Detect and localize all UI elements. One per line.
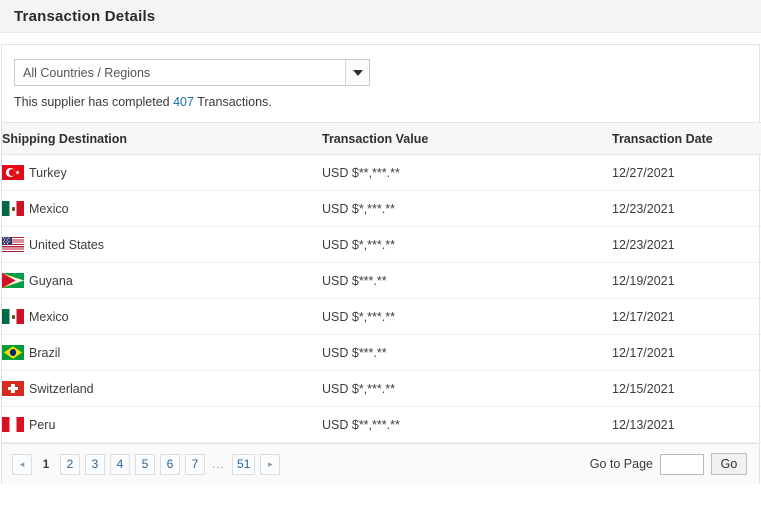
pagination-current-page: 1 — [42, 457, 50, 471]
cell-transaction-value: USD $**,***.** — [322, 154, 612, 191]
chevron-down-icon[interactable] — [345, 60, 369, 85]
page-title: Transaction Details — [14, 7, 156, 25]
cell-shipping-destination: United States — [2, 226, 322, 263]
transactions-table-head: Shipping Destination Transaction Value T… — [2, 122, 761, 155]
table-row: Mexico USD $*,***.** 12/23/2021 — [2, 190, 761, 227]
destination-label: Peru — [29, 417, 56, 432]
cell-transaction-date: 12/13/2021 — [612, 406, 761, 443]
pagination-page-6[interactable]: 6 — [160, 453, 180, 475]
destination-label: Guyana — [29, 273, 73, 288]
cell-transaction-value: USD $*,***.** — [322, 190, 612, 227]
go-to-page-input[interactable] — [660, 453, 704, 475]
table-row: Mexico USD $*,***.** 12/17/2021 — [2, 298, 761, 335]
pagination-next-button[interactable]: ▸ — [260, 453, 281, 475]
go-to-page-label: Go to Page — [589, 457, 653, 471]
table-row: Brazil USD $***.** 12/17/2021 — [2, 334, 761, 371]
pagination: ◂ 1 2 3 4 5 6 7 ... 51 ▸ — [12, 453, 281, 475]
cell-transaction-value: USD $**,***.** — [322, 406, 612, 443]
cell-shipping-destination: Mexico — [2, 190, 322, 227]
go-to-page-group: Go to Page Go — [590, 453, 747, 475]
country-region-select[interactable]: All Countries / Regions — [14, 59, 370, 86]
table-row: Peru USD $**,***.** 12/13/2021 — [2, 406, 761, 443]
summary-suffix: Transactions. — [193, 95, 272, 109]
country-region-selected-value: All Countries / Regions — [23, 65, 151, 80]
flag-united-states-icon — [2, 237, 24, 252]
flag-brazil-icon — [2, 345, 24, 360]
destination-label: Mexico — [29, 309, 69, 324]
filter-area: All Countries / Regions — [2, 45, 759, 86]
flag-mexico-icon — [2, 201, 24, 216]
destination-label: United States — [29, 237, 105, 252]
flag-mexico-icon — [2, 309, 24, 324]
cell-shipping-destination: Switzerland — [2, 370, 322, 407]
table-row: Turkey USD $**,***.** 12/27/2021 — [2, 154, 761, 191]
cell-transaction-date: 12/23/2021 — [612, 226, 761, 263]
cell-transaction-date: 12/17/2021 — [612, 334, 761, 371]
table-row: United States USD $*,***.** 12/23/2021 — [2, 226, 761, 263]
destination-label: Brazil — [29, 345, 61, 360]
pagination-page-2[interactable]: 2 — [60, 453, 80, 475]
cell-shipping-destination: Mexico — [2, 298, 322, 335]
header-spacer — [0, 33, 761, 44]
pagination-page-4[interactable]: 4 — [110, 453, 130, 475]
table-row: Switzerland USD $*,***.** 12/15/2021 — [2, 370, 761, 407]
flag-switzerland-icon — [2, 381, 24, 396]
transactions-table: Shipping Destination Transaction Value T… — [2, 122, 761, 443]
table-row: Guyana USD $***.** 12/19/2021 — [2, 262, 761, 299]
transaction-details-card: All Countries / Regions This supplier ha… — [1, 44, 761, 484]
column-header-transaction-value: Transaction Value — [322, 122, 612, 155]
cell-transaction-date: 12/17/2021 — [612, 298, 761, 335]
transaction-summary: This supplier has completed 407 Transact… — [2, 86, 759, 122]
caret-down-shape — [352, 69, 363, 76]
pagination-last-page[interactable]: 51 — [232, 453, 256, 475]
pagination-prev-button[interactable]: ◂ — [12, 453, 32, 475]
pagination-page-3[interactable]: 3 — [85, 453, 105, 475]
table-header-row: Shipping Destination Transaction Value T… — [2, 122, 761, 155]
cell-transaction-value: USD $*,***.** — [322, 226, 612, 263]
cell-transaction-value: USD $***.** — [322, 262, 612, 299]
cell-transaction-date: 12/15/2021 — [612, 370, 761, 407]
cell-shipping-destination: Guyana — [2, 262, 322, 299]
flag-turkey-icon — [2, 165, 24, 180]
flag-guyana-icon — [2, 273, 24, 288]
summary-prefix: This supplier has completed — [14, 95, 174, 109]
cell-transaction-date: 12/19/2021 — [612, 262, 761, 299]
transaction-count-link[interactable]: 407 — [173, 95, 194, 109]
cell-shipping-destination: Brazil — [2, 334, 322, 371]
go-button[interactable]: Go — [711, 453, 747, 475]
cell-transaction-date: 12/23/2021 — [612, 190, 761, 227]
transactions-table-body: Turkey USD $**,***.** 12/27/2021 Mexico … — [2, 154, 761, 443]
flag-peru-icon — [2, 417, 24, 432]
cell-transaction-date: 12/27/2021 — [612, 154, 761, 191]
pagination-page-7[interactable]: 7 — [185, 453, 205, 475]
cell-shipping-destination: Turkey — [2, 154, 322, 191]
table-footer: ◂ 1 2 3 4 5 6 7 ... 51 ▸ Go to Page Go — [2, 443, 759, 484]
cell-transaction-value: USD $*,***.** — [322, 370, 612, 407]
destination-label: Mexico — [29, 201, 69, 216]
destination-label: Switzerland — [29, 381, 94, 396]
cell-transaction-value: USD $***.** — [322, 334, 612, 371]
cell-transaction-value: USD $*,***.** — [322, 298, 612, 335]
page-header: Transaction Details — [0, 0, 761, 33]
pagination-ellipsis: ... — [212, 457, 226, 471]
pagination-page-5[interactable]: 5 — [135, 453, 155, 475]
destination-label: Turkey — [29, 165, 67, 180]
cell-shipping-destination: Peru — [2, 406, 322, 443]
column-header-shipping-destination: Shipping Destination — [2, 122, 322, 155]
column-header-transaction-date: Transaction Date — [612, 122, 761, 155]
